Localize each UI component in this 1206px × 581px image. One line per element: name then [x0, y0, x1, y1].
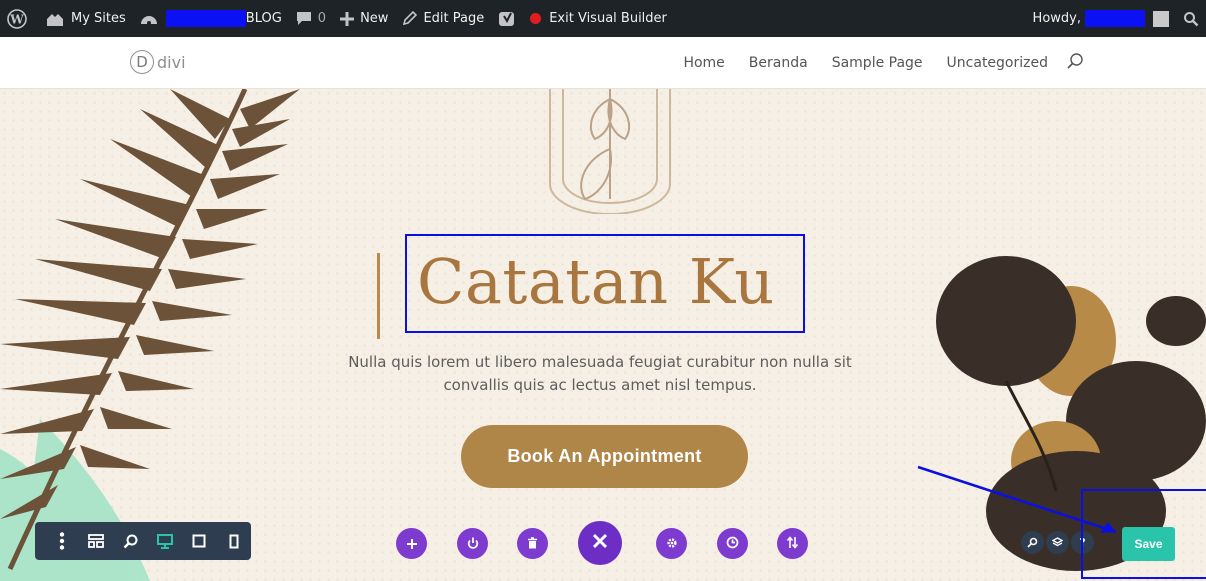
- power-icon: [467, 534, 479, 553]
- my-sites-label: My Sites: [71, 11, 126, 26]
- divi-page-settings-bar: [35, 522, 251, 560]
- comments-count: 0: [317, 11, 327, 26]
- plus-icon: [340, 11, 355, 26]
- close-builder-button[interactable]: [578, 521, 622, 565]
- hero-subtitle-line-1: Nulla quis lorem ut libero malesuada feu…: [348, 353, 852, 371]
- my-sites-menu[interactable]: My Sites: [38, 0, 133, 37]
- site-header: D divi Home Beranda Sample Page Uncatego…: [0, 37, 1206, 89]
- add-section-button[interactable]: [396, 528, 427, 559]
- fern-illustration: [0, 89, 300, 581]
- plus-icon: [406, 534, 417, 553]
- layers-button[interactable]: [1046, 531, 1069, 554]
- admin-search[interactable]: [1176, 0, 1206, 37]
- wp-admin-bar: W My Sites BLOG 0 New Edit Page Exit Vis…: [0, 0, 1206, 37]
- wireframe-view-button[interactable]: [79, 522, 113, 560]
- close-icon: [592, 533, 608, 553]
- annotation-title-box: [405, 234, 805, 333]
- gear-icon: [666, 534, 678, 553]
- edit-page-menu[interactable]: Edit Page: [395, 0, 491, 37]
- portability-button[interactable]: [777, 528, 808, 559]
- wordpress-icon: W: [7, 8, 27, 29]
- page-settings-button[interactable]: [656, 528, 687, 559]
- annotation-save-box: [1081, 489, 1206, 579]
- search-icon: [1183, 11, 1199, 27]
- house-icon: [45, 11, 65, 27]
- howdy-label: Howdy,: [1032, 11, 1081, 26]
- leaf-ornament-icon: [549, 89, 671, 214]
- yoast-icon: [498, 10, 516, 28]
- hero-section: Catatan Ku Nulla quis lorem ut libero ma…: [0, 89, 1206, 581]
- history-button[interactable]: [717, 528, 748, 559]
- nav-item-sample-page[interactable]: Sample Page: [832, 55, 923, 71]
- main-nav: Home Beranda Sample Page Uncategorized: [659, 37, 1084, 89]
- redacted-username-block: [1085, 10, 1145, 27]
- gauge-icon: [140, 11, 158, 27]
- new-menu[interactable]: New: [333, 0, 395, 37]
- exit-visual-builder-label: Exit Visual Builder: [549, 11, 667, 26]
- trash-icon: [527, 534, 538, 553]
- comment-bubble-icon: [296, 11, 312, 26]
- load-layout-button[interactable]: [457, 528, 488, 559]
- pencil-icon: [402, 11, 418, 26]
- search-icon: [1027, 533, 1038, 552]
- divi-menu-dots-button[interactable]: [45, 522, 79, 560]
- tablet-view-button[interactable]: [182, 522, 216, 560]
- logo-mark: D: [130, 50, 154, 74]
- new-label: New: [360, 11, 389, 26]
- logo-text: divi: [157, 52, 186, 72]
- edit-page-label: Edit Page: [423, 11, 485, 26]
- book-appointment-button[interactable]: Book An Appointment: [461, 425, 748, 488]
- comments-menu[interactable]: 0: [289, 0, 333, 37]
- layers-icon: [1051, 533, 1064, 552]
- find-replace-button[interactable]: [1021, 531, 1044, 554]
- desktop-view-button[interactable]: [148, 522, 182, 560]
- clock-icon: [726, 534, 739, 553]
- redacted-site-block: [165, 10, 246, 27]
- site-name-menu[interactable]: BLOG: [133, 0, 289, 37]
- record-dot-icon: [530, 13, 542, 24]
- nav-item-beranda[interactable]: Beranda: [749, 55, 808, 71]
- yoast-menu[interactable]: [491, 0, 523, 37]
- nav-item-uncategorized[interactable]: Uncategorized: [947, 55, 1048, 71]
- nav-search-icon[interactable]: [1066, 52, 1084, 74]
- wordpress-menu[interactable]: W: [0, 0, 34, 37]
- hero-subtitle[interactable]: Nulla quis lorem ut libero malesuada feu…: [330, 351, 870, 397]
- sort-arrows-icon: [786, 534, 799, 553]
- clear-layout-button[interactable]: [517, 528, 548, 559]
- hero-subtitle-line-2: convallis quis ac lectus amet nisl tempu…: [443, 376, 757, 394]
- zoom-view-button[interactable]: [114, 522, 148, 560]
- svg-text:W: W: [9, 12, 24, 26]
- site-name-label: BLOG: [245, 11, 282, 26]
- nav-item-home[interactable]: Home: [683, 55, 724, 71]
- my-account-menu[interactable]: Howdy,: [1026, 0, 1176, 37]
- admin-bar-right: Howdy,: [1026, 0, 1206, 37]
- site-logo[interactable]: D divi: [130, 50, 186, 74]
- avatar: [1153, 10, 1169, 27]
- phone-view-button[interactable]: [217, 522, 251, 560]
- exit-visual-builder[interactable]: Exit Visual Builder: [523, 0, 674, 37]
- title-accent-bar: [377, 253, 380, 339]
